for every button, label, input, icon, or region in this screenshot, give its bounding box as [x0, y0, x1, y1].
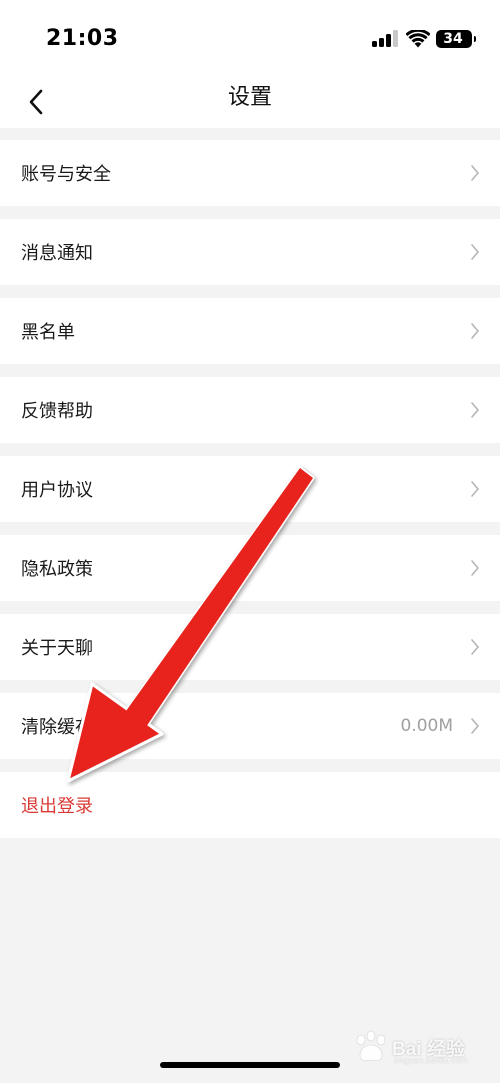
chevron-right-icon [471, 639, 480, 655]
nav-bar: 设置 [0, 78, 500, 128]
settings-item-about[interactable]: 关于天聊 [0, 614, 500, 680]
settings-item-label: 用户协议 [21, 480, 93, 501]
chevron-right-icon [471, 718, 480, 734]
cache-size-value: 0.00M [400, 716, 453, 736]
watermark-subtext: jingyan.baidu.com [394, 1056, 468, 1065]
settings-screen: 21:03 34 设置 账号与安全 消息通知 黑名单 反馈帮助 用户协议 隐私政… [0, 0, 500, 1083]
settings-item-label: 反馈帮助 [21, 401, 93, 422]
chevron-right-icon [471, 560, 480, 576]
wifi-icon [406, 30, 430, 48]
home-indicator [160, 1062, 340, 1068]
settings-item-notifications[interactable]: 消息通知 [0, 219, 500, 285]
chevron-right-icon [471, 402, 480, 418]
logout-button[interactable]: 退出登录 [0, 772, 500, 838]
settings-item-label: 关于天聊 [21, 638, 93, 659]
settings-item-user-agreement[interactable]: 用户协议 [0, 456, 500, 522]
logout-label: 退出登录 [21, 796, 93, 817]
baidu-watermark: Bai 经验 jingyan.baidu.com [350, 1026, 490, 1066]
chevron-left-icon [29, 89, 43, 115]
settings-item-feedback-help[interactable]: 反馈帮助 [0, 377, 500, 443]
chevron-right-icon [471, 323, 480, 339]
settings-item-blacklist[interactable]: 黑名单 [0, 298, 500, 364]
chevron-right-icon [471, 481, 480, 497]
settings-item-label: 账号与安全 [21, 164, 111, 185]
battery-icon: 34 [436, 30, 476, 48]
settings-item-privacy-policy[interactable]: 隐私政策 [0, 535, 500, 601]
status-bar: 21:03 34 [0, 0, 500, 78]
settings-item-clear-cache[interactable]: 清除缓存 0.00M [0, 693, 500, 759]
settings-item-account-security[interactable]: 账号与安全 [0, 140, 500, 206]
back-button[interactable] [14, 80, 58, 124]
paw-logo-icon [356, 1030, 386, 1061]
settings-item-label: 黑名单 [21, 322, 75, 343]
status-icons: 34 [372, 29, 476, 49]
settings-item-label: 清除缓存 [21, 717, 93, 738]
chevron-right-icon [471, 165, 480, 181]
chevron-right-icon [471, 244, 480, 260]
signal-icon [372, 29, 398, 49]
status-time: 21:03 [46, 26, 119, 51]
settings-item-label: 隐私政策 [21, 559, 93, 580]
page-title: 设置 [227, 85, 272, 110]
settings-list: 账号与安全 消息通知 黑名单 反馈帮助 用户协议 隐私政策 关于天聊 清除缓存 [0, 140, 500, 851]
settings-item-label: 消息通知 [21, 243, 93, 264]
battery-level: 34 [443, 31, 463, 47]
